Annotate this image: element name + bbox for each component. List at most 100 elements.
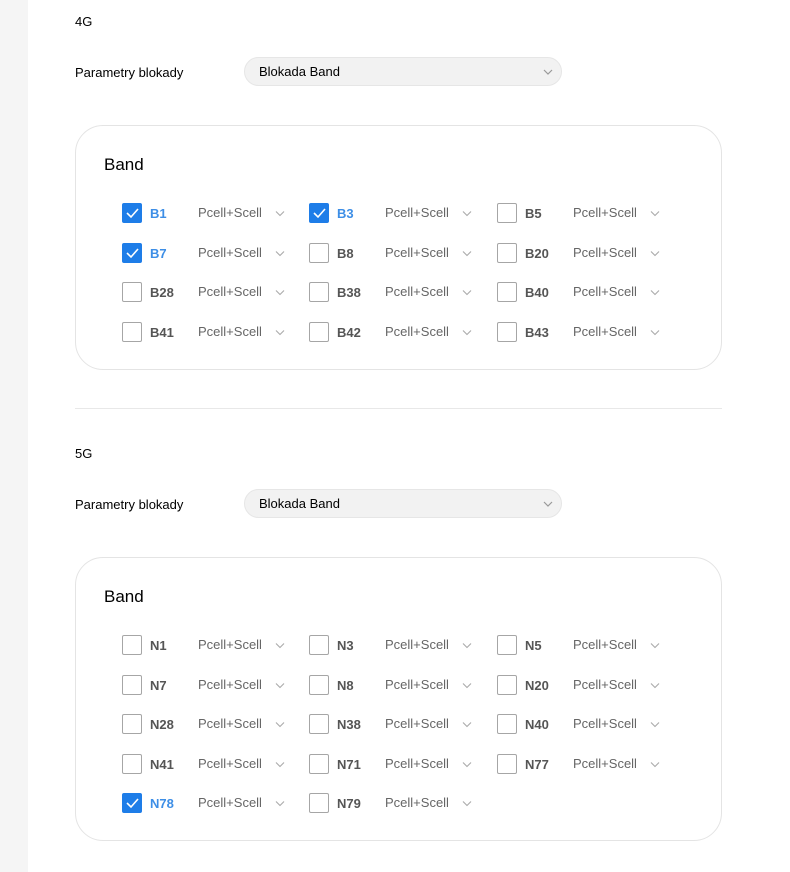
- cell-mode-select[interactable]: Pcell+Scell: [573, 756, 637, 771]
- cell-mode-select[interactable]: Pcell+Scell: [198, 284, 262, 299]
- band-label: B3: [337, 206, 354, 221]
- band-label: N20: [525, 678, 549, 693]
- band-checkbox-b7[interactable]: [122, 243, 142, 263]
- chevron-down-icon[interactable]: [275, 289, 285, 296]
- band-label: N41: [150, 757, 174, 772]
- cell-mode-select[interactable]: Pcell+Scell: [385, 677, 449, 692]
- chevron-down-icon[interactable]: [462, 761, 472, 768]
- band-card-4g: Band B1 Pcell+Scell B3 Pcell+Scell B5 Pcell+S…: [75, 125, 722, 370]
- band-item-n3: N3 Pcell+Scell: [309, 634, 489, 656]
- cell-mode-select[interactable]: Pcell+Scell: [573, 637, 637, 652]
- chevron-down-icon[interactable]: [462, 289, 472, 296]
- cell-mode-select[interactable]: Pcell+Scell: [573, 245, 637, 260]
- band-label: N77: [525, 757, 549, 772]
- chevron-down-icon[interactable]: [462, 642, 472, 649]
- cell-mode-select[interactable]: Pcell+Scell: [385, 324, 449, 339]
- left-sidebar-strip: [0, 0, 28, 872]
- band-checkbox-n41[interactable]: [122, 754, 142, 774]
- band-item-n5: N5 Pcell+Scell: [497, 634, 677, 656]
- band-label: N1: [150, 638, 167, 653]
- chevron-down-icon[interactable]: [462, 250, 472, 257]
- cell-mode-select[interactable]: Pcell+Scell: [198, 245, 262, 260]
- check-icon: [126, 208, 139, 219]
- chevron-down-icon[interactable]: [275, 761, 285, 768]
- band-checkbox-b5[interactable]: [497, 203, 517, 223]
- band-checkbox-b3[interactable]: [309, 203, 329, 223]
- band-item-b40: B40 Pcell+Scell: [497, 281, 677, 303]
- section-title-4g: 4G: [75, 14, 93, 29]
- cell-mode-select[interactable]: Pcell+Scell: [385, 205, 449, 220]
- chevron-down-icon[interactable]: [462, 682, 472, 689]
- cell-mode-select[interactable]: Pcell+Scell: [198, 677, 262, 692]
- chevron-down-icon[interactable]: [650, 761, 660, 768]
- band-checkbox-b28[interactable]: [122, 282, 142, 302]
- cell-mode-select[interactable]: Pcell+Scell: [385, 245, 449, 260]
- chevron-down-icon[interactable]: [650, 210, 660, 217]
- band-item-n40: N40 Pcell+Scell: [497, 713, 677, 735]
- band-item-n38: N38 Pcell+Scell: [309, 713, 489, 735]
- lock-params-label-4g: Parametry blokady: [75, 65, 184, 80]
- band-checkbox-n79[interactable]: [309, 793, 329, 813]
- chevron-down-icon[interactable]: [650, 721, 660, 728]
- cell-mode-select[interactable]: Pcell+Scell: [198, 324, 262, 339]
- band-checkbox-n40[interactable]: [497, 714, 517, 734]
- cell-mode-select[interactable]: Pcell+Scell: [198, 795, 262, 810]
- chevron-down-icon[interactable]: [650, 642, 660, 649]
- band-checkbox-n3[interactable]: [309, 635, 329, 655]
- band-checkbox-n5[interactable]: [497, 635, 517, 655]
- check-icon: [126, 798, 139, 809]
- chevron-down-icon[interactable]: [275, 210, 285, 217]
- band-checkbox-n1[interactable]: [122, 635, 142, 655]
- band-checkbox-n20[interactable]: [497, 675, 517, 695]
- cell-mode-select[interactable]: Pcell+Scell: [198, 205, 262, 220]
- chevron-down-icon[interactable]: [462, 210, 472, 217]
- section-title-5g: 5G: [75, 446, 93, 461]
- band-checkbox-b38[interactable]: [309, 282, 329, 302]
- chevron-down-icon[interactable]: [650, 682, 660, 689]
- cell-mode-select[interactable]: Pcell+Scell: [573, 677, 637, 692]
- chevron-down-icon[interactable]: [462, 329, 472, 336]
- cell-mode-select[interactable]: Pcell+Scell: [573, 284, 637, 299]
- band-checkbox-b40[interactable]: [497, 282, 517, 302]
- cell-mode-select[interactable]: Pcell+Scell: [385, 716, 449, 731]
- band-checkbox-n71[interactable]: [309, 754, 329, 774]
- cell-mode-select[interactable]: Pcell+Scell: [573, 716, 637, 731]
- cell-mode-select[interactable]: Pcell+Scell: [198, 637, 262, 652]
- chevron-down-icon[interactable]: [275, 800, 285, 807]
- chevron-down-icon[interactable]: [650, 329, 660, 336]
- cell-mode-select[interactable]: Pcell+Scell: [385, 637, 449, 652]
- cell-mode-select[interactable]: Pcell+Scell: [198, 716, 262, 731]
- band-checkbox-n7[interactable]: [122, 675, 142, 695]
- cell-mode-select[interactable]: Pcell+Scell: [385, 756, 449, 771]
- band-checkbox-b1[interactable]: [122, 203, 142, 223]
- band-checkbox-b20[interactable]: [497, 243, 517, 263]
- band-item-b1: B1 Pcell+Scell: [122, 202, 302, 224]
- band-checkbox-b41[interactable]: [122, 322, 142, 342]
- cell-mode-select[interactable]: Pcell+Scell: [385, 284, 449, 299]
- band-checkbox-n38[interactable]: [309, 714, 329, 734]
- band-label: N38: [337, 717, 361, 732]
- band-checkbox-n77[interactable]: [497, 754, 517, 774]
- chevron-down-icon[interactable]: [650, 289, 660, 296]
- chevron-down-icon[interactable]: [275, 682, 285, 689]
- chevron-down-icon[interactable]: [275, 250, 285, 257]
- lock-params-select-4g[interactable]: Blokada Band: [244, 57, 562, 86]
- cell-mode-select[interactable]: Pcell+Scell: [385, 795, 449, 810]
- cell-mode-select[interactable]: Pcell+Scell: [198, 756, 262, 771]
- lock-params-select-5g[interactable]: Blokada Band: [244, 489, 562, 518]
- band-checkbox-n78[interactable]: [122, 793, 142, 813]
- chevron-down-icon[interactable]: [462, 800, 472, 807]
- band-checkbox-n28[interactable]: [122, 714, 142, 734]
- chevron-down-icon[interactable]: [462, 721, 472, 728]
- band-card-5g: Band N1 Pcell+Scell N3 Pcell+Scell N5 Pcell+S…: [75, 557, 722, 841]
- band-checkbox-b42[interactable]: [309, 322, 329, 342]
- band-checkbox-b43[interactable]: [497, 322, 517, 342]
- band-checkbox-b8[interactable]: [309, 243, 329, 263]
- chevron-down-icon[interactable]: [275, 721, 285, 728]
- cell-mode-select[interactable]: Pcell+Scell: [573, 324, 637, 339]
- cell-mode-select[interactable]: Pcell+Scell: [573, 205, 637, 220]
- chevron-down-icon[interactable]: [275, 642, 285, 649]
- chevron-down-icon[interactable]: [275, 329, 285, 336]
- band-checkbox-n8[interactable]: [309, 675, 329, 695]
- chevron-down-icon[interactable]: [650, 250, 660, 257]
